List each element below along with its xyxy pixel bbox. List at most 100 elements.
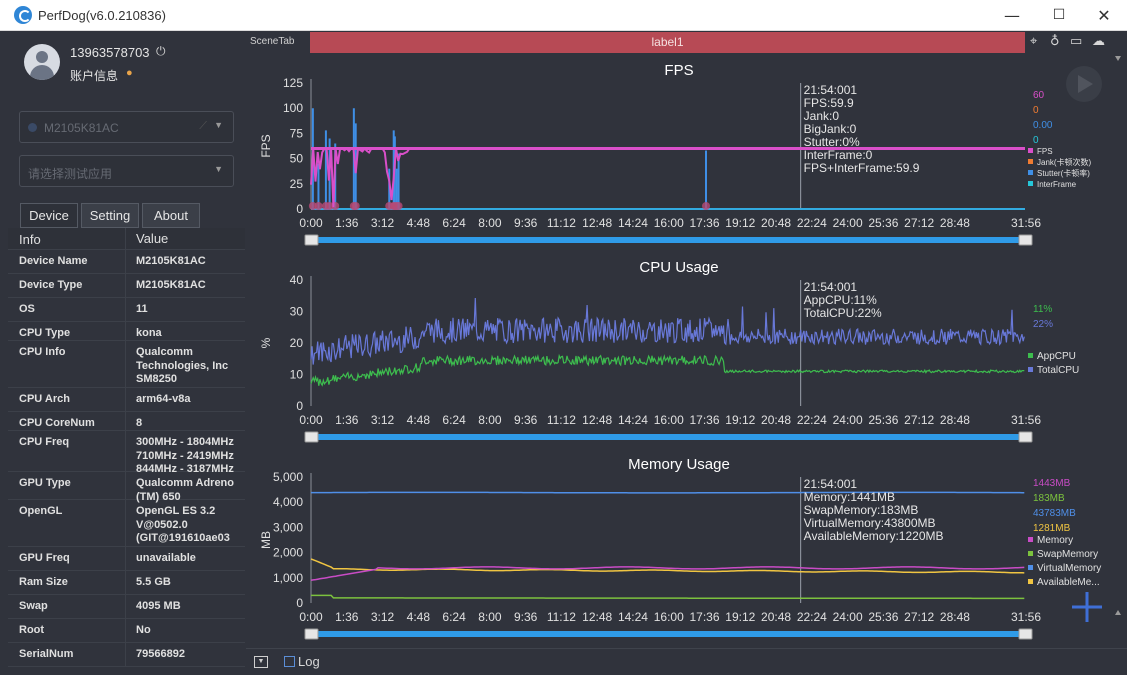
x-tick-label: 14:24 (618, 610, 648, 624)
column-divider (125, 431, 126, 471)
x-tick-label: 27:12 (904, 413, 934, 427)
table-row-key: Swap (19, 600, 48, 612)
cloud-icon[interactable]: ☁ (1092, 34, 1105, 49)
minimize-button[interactable]: — (989, 0, 1035, 31)
table-row-value: 300MHz - 1804MHz 710MHz - 2419MHz 844MHz… (136, 436, 234, 475)
legend-swatch (1028, 565, 1033, 570)
app-select-placeholder: 请选择测试应用 (28, 167, 113, 181)
table-row-key: GPU Type (19, 477, 71, 489)
table-row-key: CPU Freq (19, 436, 70, 448)
x-tick-label: 24:00 (833, 216, 863, 230)
legend-label: AppCPU (1037, 351, 1076, 362)
tab-device[interactable]: Device (20, 203, 78, 228)
x-tick-label: 24:00 (833, 610, 863, 624)
column-divider (125, 643, 126, 666)
scene-label[interactable]: label1 (310, 32, 1025, 53)
legend-swatch (1028, 170, 1033, 175)
avatar[interactable] (24, 44, 60, 80)
vertical-scrollbar[interactable] (1113, 54, 1123, 617)
column-divider (125, 619, 126, 642)
table-row: SerialNum 79566892 (8, 643, 245, 667)
link-icon: ⟋ (199, 120, 207, 132)
marker-icon[interactable]: ♁ (1050, 34, 1060, 49)
log-checkbox[interactable] (284, 656, 295, 667)
jank-marker (394, 202, 403, 210)
y-tick-label: 2,000 (273, 546, 303, 560)
x-tick-label: 3:12 (371, 216, 395, 230)
x-tick-label: 3:12 (371, 413, 395, 427)
scene-tab[interactable]: SceneTab (250, 36, 294, 47)
device-select[interactable]: M2105K81AC ⟋ ▼ (19, 111, 234, 143)
table-row-value: arm64-v8a (136, 393, 191, 405)
current-value: 0 (1033, 105, 1039, 116)
x-tick-label: 19:12 (725, 413, 755, 427)
cursor-readout: AvailableMemory:1220MB (804, 529, 944, 543)
y-axis-label: FPS (259, 134, 273, 157)
close-button[interactable]: ✕ (1081, 0, 1127, 31)
legend-label: VirtualMemory (1037, 563, 1101, 574)
current-value: 0.00 (1033, 120, 1053, 131)
account-user-icon[interactable]: ● (126, 67, 133, 79)
column-divider (125, 595, 126, 618)
logout-power-icon[interactable]: ⏻ (156, 44, 166, 59)
y-tick-label: 4,000 (273, 495, 303, 509)
maximize-button[interactable]: ☐ (1036, 0, 1082, 31)
table-row-key: Device Name (19, 255, 88, 267)
legend-label: TotalCPU (1037, 365, 1079, 376)
legend-label: Jank(卡顿次数) (1037, 157, 1092, 167)
range-handle-right (1018, 431, 1033, 443)
y-tick-label: 125 (283, 76, 303, 90)
tab-about[interactable]: About (142, 203, 200, 228)
x-tick-label: 12:48 (582, 610, 612, 624)
app-select[interactable]: 请选择测试应用 ▼ (19, 155, 234, 187)
jank-marker (351, 202, 360, 210)
perfdog-logo-icon (14, 6, 32, 24)
x-tick-label: 8:00 (478, 216, 502, 230)
table-row: CPU Freq 300MHz - 1804MHz 710MHz - 2419MH… (8, 431, 245, 475)
time-range-slider (311, 631, 1027, 637)
location-pin-icon[interactable]: ⌖ (1030, 34, 1037, 49)
table-row-value: 11 (136, 303, 148, 315)
table-row-key: CPU Type (19, 327, 71, 339)
column-divider (125, 250, 126, 273)
account-info-link[interactable]: 账户信息 (70, 67, 118, 84)
legend-swatch (1028, 353, 1033, 358)
info-table-header: Info Value (8, 228, 245, 250)
x-tick-label: 31:56 (1011, 413, 1041, 427)
availablememory-series-line (310, 558, 1025, 574)
x-tick-label: 12:48 (582, 216, 612, 230)
legend-swatch (1028, 181, 1033, 186)
table-row-key: CPU Arch (19, 393, 70, 405)
user-box: 13963578703 ⏻ 账户信息 ● (8, 31, 245, 97)
y-tick-label: 0 (296, 596, 303, 610)
collapse-dropdown-icon[interactable]: ▼ (254, 656, 268, 668)
table-row: OS 11 (8, 298, 245, 322)
x-tick-label: 28:48 (940, 610, 970, 624)
folder-icon[interactable]: ▭ (1070, 34, 1082, 49)
y-tick-label: 100 (283, 101, 303, 115)
x-tick-label: 6:24 (442, 413, 466, 427)
device-select-value: M2105K81AC (44, 121, 119, 135)
title-bar: PerfDog(v6.0.210836) — ☐ ✕ (0, 0, 1127, 31)
fps-series-line (310, 146, 1025, 208)
x-tick-label: 20:48 (761, 216, 791, 230)
current-value: 22% (1033, 319, 1053, 330)
x-tick-label: 16:00 (654, 216, 684, 230)
table-row-key: Root (19, 624, 45, 636)
table-row: Ram Size 5.5 GB (8, 571, 245, 595)
y-tick-label: 75 (290, 126, 304, 140)
y-tick-label: 1,000 (273, 571, 303, 585)
x-tick-label: 14:24 (618, 216, 648, 230)
x-tick-label: 9:36 (514, 216, 538, 230)
x-tick-label: 9:36 (514, 610, 538, 624)
table-row-value: 5.5 GB (136, 576, 171, 588)
tab-setting[interactable]: Setting (81, 203, 139, 228)
column-divider (125, 322, 126, 340)
x-tick-label: 6:24 (442, 610, 466, 624)
y-tick-label: 0 (296, 202, 303, 216)
info-table-header-key: Info (19, 232, 41, 247)
table-row-key: CPU CoreNum (19, 417, 95, 429)
cursor-readout: FPS:59.9 (804, 96, 854, 110)
column-divider (125, 547, 126, 570)
column-divider (125, 274, 126, 297)
